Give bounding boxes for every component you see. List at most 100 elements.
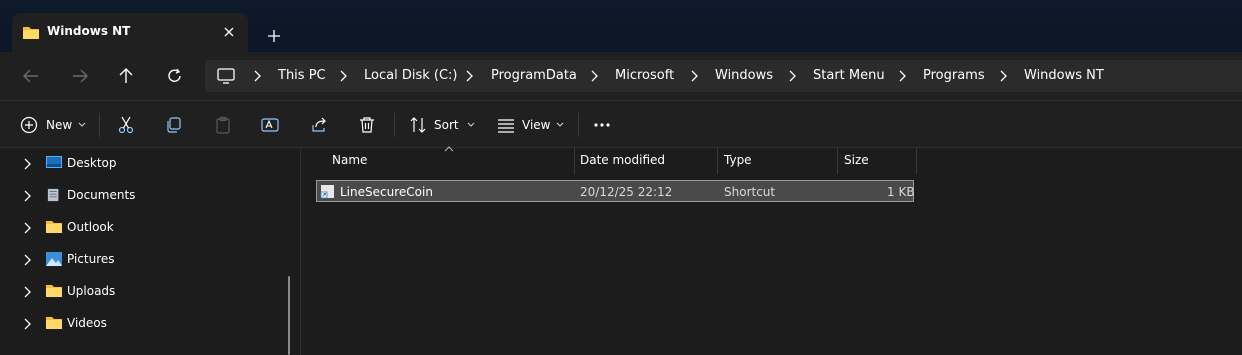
chevron-right-icon (466, 70, 473, 82)
share-button[interactable] (310, 112, 328, 138)
nav-pane-scrollbar[interactable] (288, 276, 290, 355)
folder-icon (46, 221, 62, 233)
refresh-button[interactable] (163, 64, 187, 88)
file-row[interactable]: LineSecureCoin 20/12/25 22:12 Shortcut 1… (316, 180, 915, 202)
column-header-size[interactable]: Size (836, 148, 916, 174)
shortcut-icon (320, 185, 334, 199)
view-button[interactable]: View (497, 112, 564, 138)
sort-button[interactable]: Sort (409, 112, 475, 138)
nav-item-label: Documents (67, 188, 136, 202)
nav-item-label: Outlook (67, 220, 114, 234)
chevron-right-icon (1000, 70, 1007, 82)
clipboard-icon (216, 116, 230, 134)
new-label: New (46, 118, 73, 132)
folder-icon (23, 27, 39, 39)
nav-item-label: Desktop (67, 156, 117, 170)
chevron-right-icon (340, 70, 347, 82)
sort-label: Sort (434, 118, 459, 132)
toolbar-separator (394, 113, 395, 137)
chevron-right-icon (691, 70, 698, 82)
nav-item-label: Uploads (67, 284, 116, 298)
command-bar: New Sort View (0, 101, 1242, 147)
view-list-icon (498, 119, 514, 133)
column-header-date[interactable]: Date modified (572, 148, 717, 174)
column-header-date-label: Date modified (580, 153, 666, 167)
chevron-right-icon (789, 70, 796, 82)
file-date-modified: 20/12/25 22:12 (580, 185, 673, 199)
column-header-type-label: Type (724, 153, 752, 167)
scissors-icon (118, 116, 134, 134)
column-header-name-label: Name (332, 153, 368, 167)
breadcrumb-microsoft[interactable]: Microsoft (615, 68, 674, 83)
column-header-type[interactable]: Type (716, 148, 837, 174)
chevron-right-icon[interactable] (22, 190, 32, 202)
delete-button[interactable] (358, 112, 376, 138)
up-button[interactable] (114, 64, 138, 88)
address-bar[interactable]: This PC Local Disk (C:) ProgramData Micr… (205, 60, 1242, 92)
chevron-right-icon[interactable] (22, 254, 32, 266)
rename-button[interactable] (261, 112, 279, 138)
copy-button[interactable] (165, 112, 183, 138)
nav-item-uploads[interactable]: Uploads (0, 276, 290, 308)
forward-button[interactable] (68, 64, 92, 88)
navigation-pane: Desktop Documents Outlook Pictures Uploa… (0, 148, 300, 355)
breadcrumb-windows[interactable]: Windows (715, 68, 773, 83)
nav-item-label: Pictures (67, 252, 115, 266)
new-tab-button[interactable] (262, 24, 286, 48)
more-options-button[interactable] (593, 112, 611, 138)
desktop-icon (46, 156, 62, 168)
cut-button[interactable] (117, 112, 135, 138)
navigation-bar: This PC Local Disk (C:) ProgramData Micr… (0, 52, 1242, 100)
chevron-down-icon (557, 122, 564, 127)
chevron-right-icon[interactable] (22, 158, 32, 170)
breadcrumb-start-menu[interactable]: Start Menu (813, 68, 885, 83)
plus-circle-icon (20, 116, 38, 134)
rename-icon (261, 118, 279, 132)
nav-item-desktop[interactable]: Desktop (0, 148, 290, 180)
ellipsis-icon (594, 123, 610, 127)
chevron-down-icon (467, 122, 474, 127)
chevron-right-icon (254, 70, 261, 82)
pane-separator[interactable] (300, 148, 301, 355)
nav-item-videos[interactable]: Videos (0, 308, 290, 340)
new-button[interactable]: New (20, 112, 86, 138)
chevron-right-icon (899, 70, 906, 82)
documents-icon (47, 188, 59, 202)
title-bar: Windows NT (0, 0, 1242, 52)
chevron-right-icon[interactable] (22, 222, 32, 234)
close-tab-icon[interactable] (220, 23, 238, 41)
nav-item-label: Videos (67, 316, 107, 330)
breadcrumb-this-pc[interactable]: This PC (278, 68, 326, 83)
tab-title: Windows NT (47, 24, 131, 38)
folder-icon (46, 285, 62, 297)
share-icon (312, 117, 326, 132)
toolbar-separator (99, 113, 100, 137)
paste-button[interactable] (214, 112, 232, 138)
back-button[interactable] (19, 64, 43, 88)
tab-windows-nt[interactable]: Windows NT (12, 13, 248, 52)
toolbar-separator (578, 113, 579, 137)
column-separator[interactable] (916, 148, 917, 174)
nav-item-documents[interactable]: Documents (0, 180, 290, 212)
file-name: LineSecureCoin (340, 185, 433, 199)
computer-icon (217, 68, 235, 84)
breadcrumb-local-disk[interactable]: Local Disk (C:) (364, 68, 457, 83)
copy-icon (167, 117, 181, 133)
pictures-icon (46, 252, 62, 266)
chevron-right-icon[interactable] (22, 318, 32, 330)
sort-icon (410, 117, 426, 133)
trash-icon (360, 117, 374, 133)
breadcrumb-programdata[interactable]: ProgramData (491, 68, 577, 83)
chevron-right-icon (591, 70, 598, 82)
chevron-right-icon[interactable] (22, 286, 32, 298)
nav-item-outlook[interactable]: Outlook (0, 212, 290, 244)
column-header-size-label: Size (844, 153, 869, 167)
nav-item-pictures[interactable]: Pictures (0, 244, 290, 276)
chevron-down-icon (78, 122, 86, 127)
file-type: Shortcut (724, 185, 776, 199)
breadcrumb-windows-nt[interactable]: Windows NT (1024, 68, 1104, 83)
breadcrumb-programs[interactable]: Programs (923, 68, 985, 83)
file-size: 1 KB (887, 185, 915, 199)
column-header-name[interactable]: Name (324, 148, 574, 174)
folder-icon (46, 317, 62, 329)
